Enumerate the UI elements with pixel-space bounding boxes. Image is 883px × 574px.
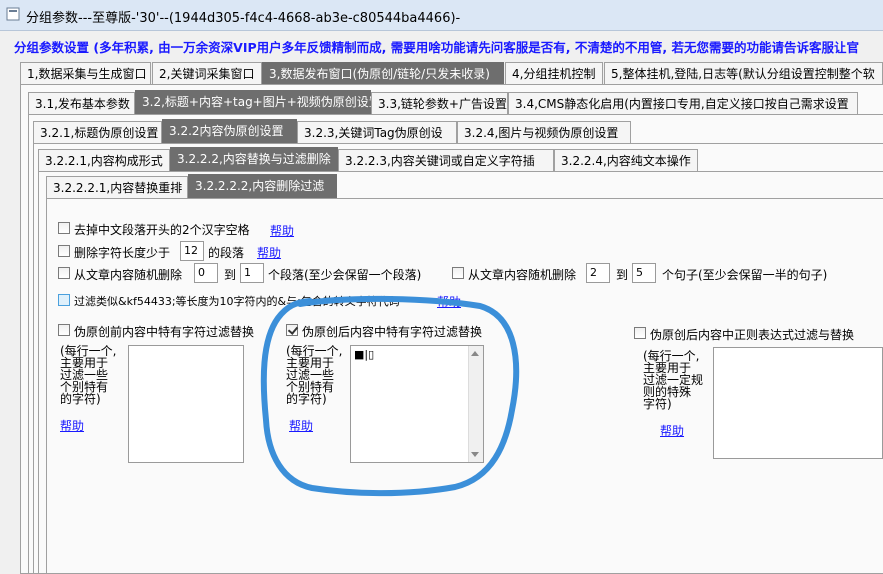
- annotation-circle: [260, 295, 520, 497]
